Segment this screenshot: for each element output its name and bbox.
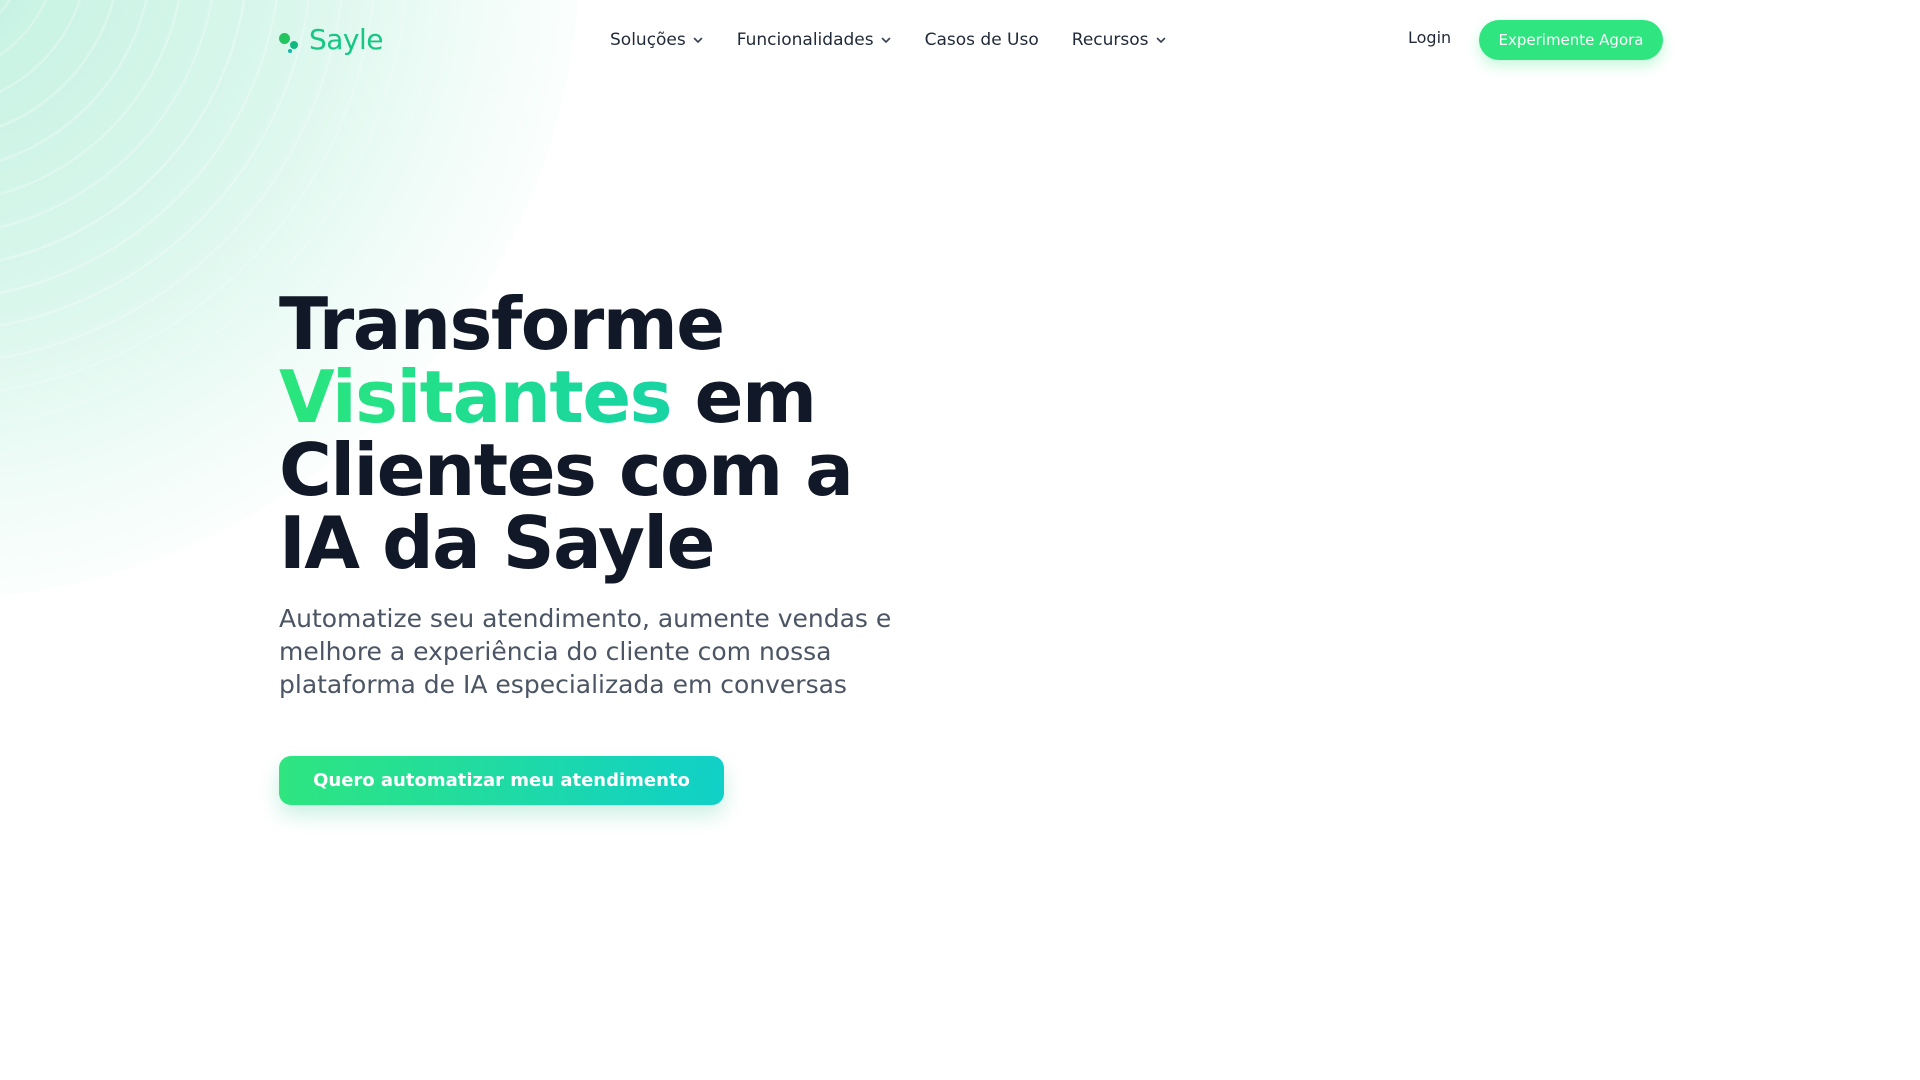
main-nav: Soluções Funcionalidades Casos de Uso Re… [610, 22, 1200, 58]
logo-text: Sayle [309, 23, 384, 56]
hero-title-line1: Transforme [279, 282, 725, 366]
hero-subtitle: Automatize seu atendimento, aumente vend… [279, 604, 892, 699]
hero-title-line4: IA da Sayle [279, 501, 715, 585]
chevron-down-icon [881, 37, 890, 43]
try-now-button[interactable]: Experimente Agora [1479, 20, 1663, 60]
login-link[interactable]: Login [1408, 28, 1451, 47]
nav-item-solucoes[interactable]: Soluções [610, 30, 704, 50]
nav-item-label: Soluções [610, 30, 686, 50]
logo[interactable]: Sayle [279, 22, 384, 58]
chevron-down-icon [1156, 37, 1165, 43]
chevron-down-icon [693, 37, 703, 43]
hero-title-line3: Clientes com a [279, 428, 854, 512]
nav-item-casos-de-uso[interactable]: Casos de Uso [925, 30, 1039, 50]
nav-item-label: Casos de Uso [924, 30, 1039, 50]
site-header: Sayle Soluções Funcionalidades Casos de … [0, 0, 1920, 80]
hero-title-after-highlight: em [671, 355, 817, 439]
automate-service-button[interactable]: Quero automatizar meu atendimento [279, 756, 724, 805]
nav-item-label: Recursos [1071, 30, 1149, 50]
hero-title: Transforme Visitantes em Clientes com a … [279, 288, 979, 580]
logo-icon [279, 28, 301, 53]
page: Sayle Soluções Funcionalidades Casos de … [0, 0, 1920, 1080]
nav-item-funcionalidades[interactable]: Funcionalidades [737, 30, 892, 50]
nav-item-recursos[interactable]: Recursos [1072, 30, 1167, 50]
hero-title-highlight: Visitantes [279, 355, 673, 439]
nav-item-label: Funcionalidades [736, 30, 874, 50]
